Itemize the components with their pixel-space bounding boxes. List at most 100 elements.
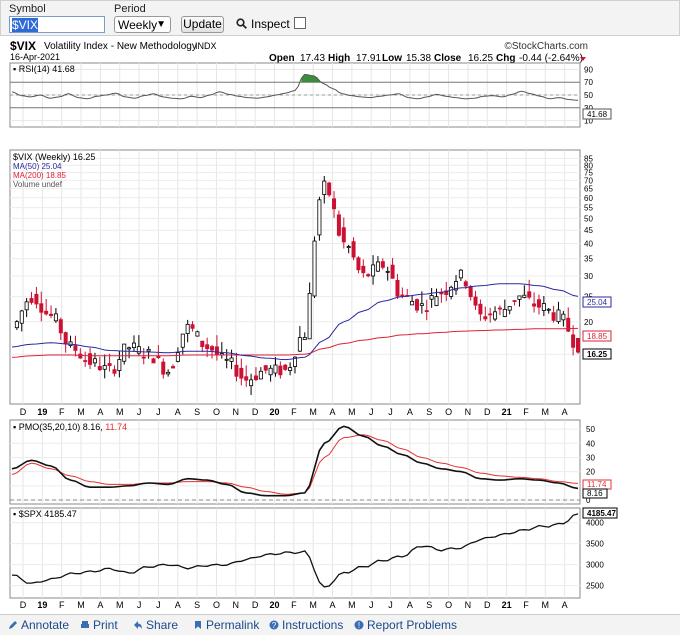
candle-body	[410, 300, 415, 306]
open-value: 17.43	[300, 53, 325, 64]
candle-body	[478, 303, 483, 315]
month-tick-label: O	[445, 407, 452, 417]
pmo-signal-tag: 11.74	[587, 480, 607, 489]
month-tick-label: S	[194, 600, 200, 610]
month-tick-label: M	[309, 407, 317, 417]
spx-label: ▪ $SPX 4185.47	[13, 509, 77, 519]
candle-body	[141, 356, 146, 359]
print-label: Print	[93, 618, 118, 632]
month-tick-label: D	[484, 407, 491, 417]
month-tick-label: J	[369, 600, 374, 610]
rsi-tick-label: 90	[584, 65, 593, 74]
header-exchange: INDX	[195, 41, 217, 51]
candle-body	[371, 264, 376, 277]
candle-body	[390, 264, 395, 279]
candle-body	[361, 265, 366, 274]
candle-body	[14, 321, 19, 329]
close-tag: 16.25	[587, 350, 608, 359]
candle-body	[205, 344, 210, 350]
month-tick-label: O	[213, 407, 220, 417]
candle-body	[278, 365, 283, 376]
pmo-tick-label: 50	[586, 425, 595, 434]
pmo-tick-label: 20	[586, 468, 595, 477]
month-tick-label: M	[309, 600, 317, 610]
month-tick-label: M	[77, 600, 85, 610]
month-tick-label: D	[20, 600, 27, 610]
ma200-tag: 18.85	[587, 332, 608, 341]
candle-body	[332, 198, 337, 210]
candle-body	[24, 301, 29, 311]
candle-body	[122, 343, 127, 362]
candle-body	[253, 375, 258, 380]
share-link[interactable]: Share	[133, 618, 178, 632]
candle-body	[468, 286, 473, 298]
instructions-link[interactable]: ? Instructions	[269, 618, 343, 632]
price-tick-label: 60	[584, 194, 593, 203]
candle-body	[161, 361, 166, 375]
price-tick-label: 65	[584, 185, 593, 194]
month-tick-label: S	[426, 600, 432, 610]
candle-body	[561, 313, 566, 321]
high-value: 17.91	[356, 53, 381, 64]
inspect-checkbox[interactable]	[293, 17, 306, 29]
candle-body	[200, 340, 205, 347]
candle-body	[571, 334, 576, 348]
period-label: Period	[114, 3, 146, 15]
candle-body	[210, 346, 215, 351]
pmo-tick-label: 30	[586, 453, 595, 462]
candle-body	[283, 364, 288, 370]
alert-icon: !	[354, 620, 364, 630]
candle-body	[463, 281, 468, 287]
price-tick-label: 55	[584, 204, 593, 213]
candle-body	[244, 376, 249, 381]
month-tick-label: O	[213, 600, 220, 610]
candle-body	[49, 313, 54, 316]
annotate-link[interactable]: Annotate	[8, 618, 69, 632]
candle-body	[483, 316, 488, 320]
candle-body	[449, 286, 454, 297]
symbol-label: Symbol	[9, 3, 46, 15]
candle-body	[273, 364, 278, 374]
month-tick-label: 20	[269, 600, 279, 610]
candle-body	[97, 366, 102, 371]
month-tick-label: A	[407, 407, 413, 417]
candle-body	[83, 360, 88, 362]
month-tick-label: O	[445, 600, 452, 610]
toolbar: Symbol $VIX Period Weekly ▼ Update Inspec…	[0, 0, 680, 36]
symbol-input[interactable]: $VIX	[9, 16, 105, 33]
chg-label: Chg	[496, 53, 515, 64]
candle-body	[566, 317, 571, 332]
candle-body	[424, 310, 429, 312]
report-problems-link[interactable]: ! Report Problems	[354, 618, 457, 632]
candle-body	[307, 292, 312, 340]
print-link[interactable]: Print	[80, 618, 118, 632]
candle-body	[351, 241, 356, 258]
inspect-toggle[interactable]: Inspect	[236, 16, 306, 33]
legend-ma200: MA(200) 18.85	[13, 171, 66, 180]
month-tick-label: F	[291, 407, 297, 417]
spx-tick-label: 2500	[586, 582, 604, 591]
month-tick-label: N	[233, 407, 240, 417]
month-tick-label: M	[542, 407, 550, 417]
update-button[interactable]: Update	[181, 16, 224, 33]
month-tick-label: D	[252, 600, 259, 610]
candle-body	[434, 296, 439, 306]
month-tick-label: M	[348, 407, 356, 417]
candle-body	[136, 346, 141, 354]
candle-body	[185, 323, 190, 334]
month-tick-label: J	[369, 407, 374, 417]
permalink-link[interactable]: Permalink	[193, 618, 259, 632]
candle-body	[102, 365, 107, 370]
candle-body	[146, 348, 151, 352]
chevron-down-icon: ▼	[156, 19, 166, 30]
candle-body	[53, 313, 58, 322]
candle-body	[356, 257, 361, 271]
rsi-tick-label: 50	[584, 91, 593, 100]
month-tick-label: M	[116, 600, 124, 610]
candle-body	[517, 295, 522, 300]
candle-body	[322, 180, 327, 195]
month-tick-label: N	[465, 407, 472, 417]
period-select[interactable]: Weekly ▼	[114, 16, 171, 33]
candle-body	[34, 293, 39, 305]
candle-body	[488, 313, 493, 316]
